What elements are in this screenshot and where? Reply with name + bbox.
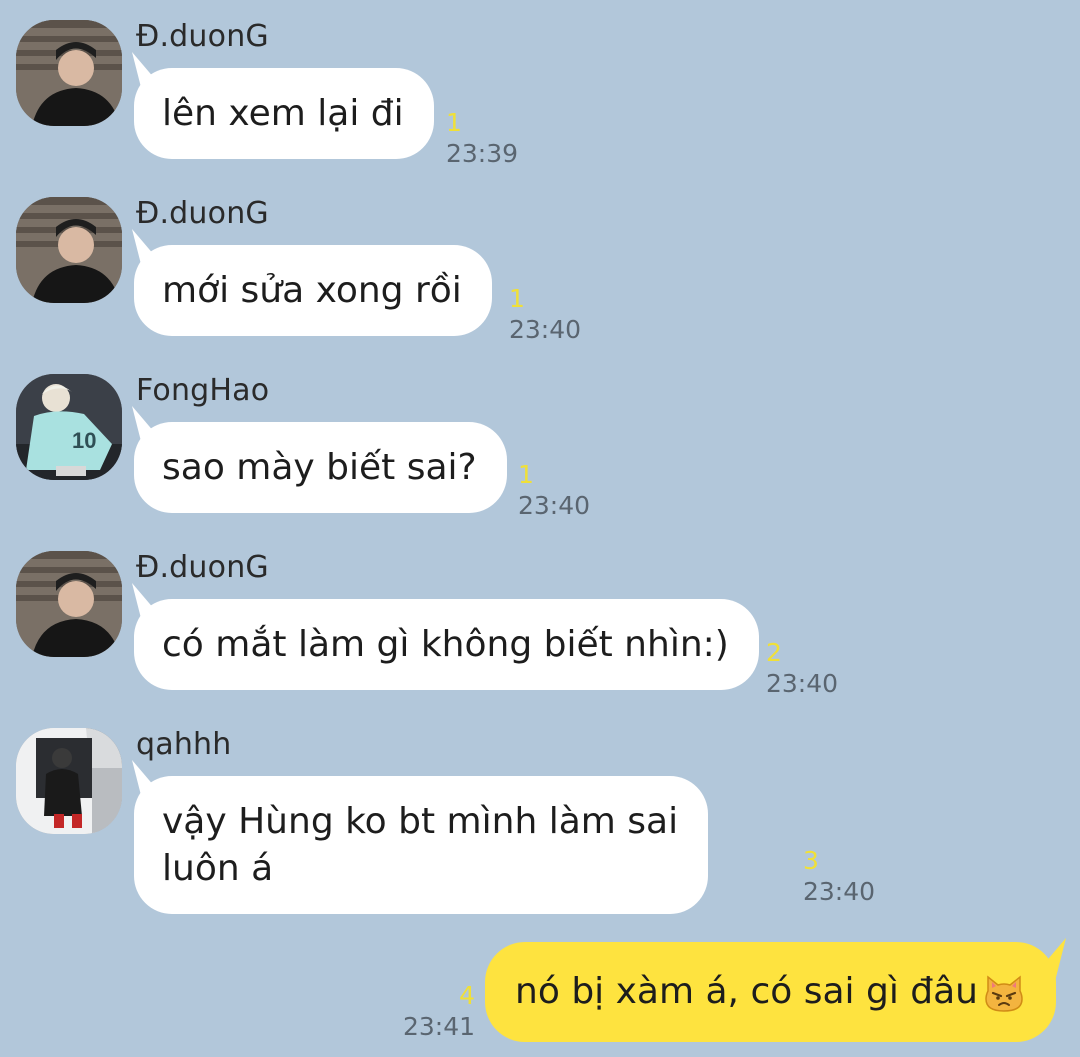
message-bubble[interactable]: có mắt làm gì không biết nhìn:) [134,599,759,690]
timestamp: 23:40 [518,491,591,520]
message-meta: 1 23:40 [518,462,648,518]
message-text: có mắt làm gì không biết nhìn:) [162,624,729,665]
message-text-line: vậy Hùng ko bt mình làm sai [162,801,679,842]
avatar[interactable] [16,197,122,303]
message-bubble[interactable]: vậy Hùng ko bt mình làm sai luôn á [134,776,709,914]
message-meta: 2 23:40 [766,640,896,696]
own-message-meta: 4 23:41 [355,983,475,1039]
message-bubble[interactable]: lên xem lại đi [134,68,434,159]
message-bubble[interactable]: mới sửa xong rồi [134,245,492,336]
unread-count: 4 [459,981,475,1010]
timestamp: 23:40 [803,877,876,906]
timestamp: 23:41 [402,1012,475,1041]
unread-count: 3 [803,846,819,875]
svg-text:10: 10 [72,428,96,453]
avatar[interactable] [16,551,122,657]
unread-count: 1 [518,460,534,489]
dark-sweater-avatar-icon [16,197,122,303]
car-photo-avatar-icon [16,728,122,834]
unread-count: 1 [446,108,462,137]
message-text: lên xem lại đi [162,93,404,134]
dark-sweater-avatar-icon [16,20,122,126]
pouting-cat-icon [985,975,1023,1012]
unread-count: 2 [766,638,782,667]
jersey-avatar-icon: 10 [16,374,122,480]
message-text: sao mày biết sai? [162,447,477,488]
avatar[interactable] [16,728,122,834]
message-meta: 3 23:40 [803,848,933,904]
avatar[interactable]: 10 [16,374,122,480]
own-message-bubble[interactable]: nó bị xàm á, có sai gì đâu [485,942,1056,1042]
message-text-line: luôn á [162,848,274,889]
message-text: mới sửa xong rồi [162,270,462,311]
timestamp: 23:40 [766,669,839,698]
avatar[interactable] [16,20,122,126]
sender-name: Đ.duonG [136,196,269,231]
sender-name: Đ.duonG [136,550,269,585]
sender-name: FongHao [136,373,270,408]
message-bubble[interactable]: sao mày biết sai? [134,422,507,513]
message-text: nó bị xàm á, có sai gì đâu [515,971,978,1012]
dark-sweater-avatar-icon [16,551,122,657]
message-meta: 1 23:40 [509,286,639,342]
sender-name: Đ.duonG [136,19,269,54]
unread-count: 1 [509,284,525,313]
timestamp: 23:40 [509,315,582,344]
timestamp: 23:39 [446,139,519,168]
message-meta: 1 23:39 [446,110,576,166]
sender-name: qahhh [136,727,232,762]
